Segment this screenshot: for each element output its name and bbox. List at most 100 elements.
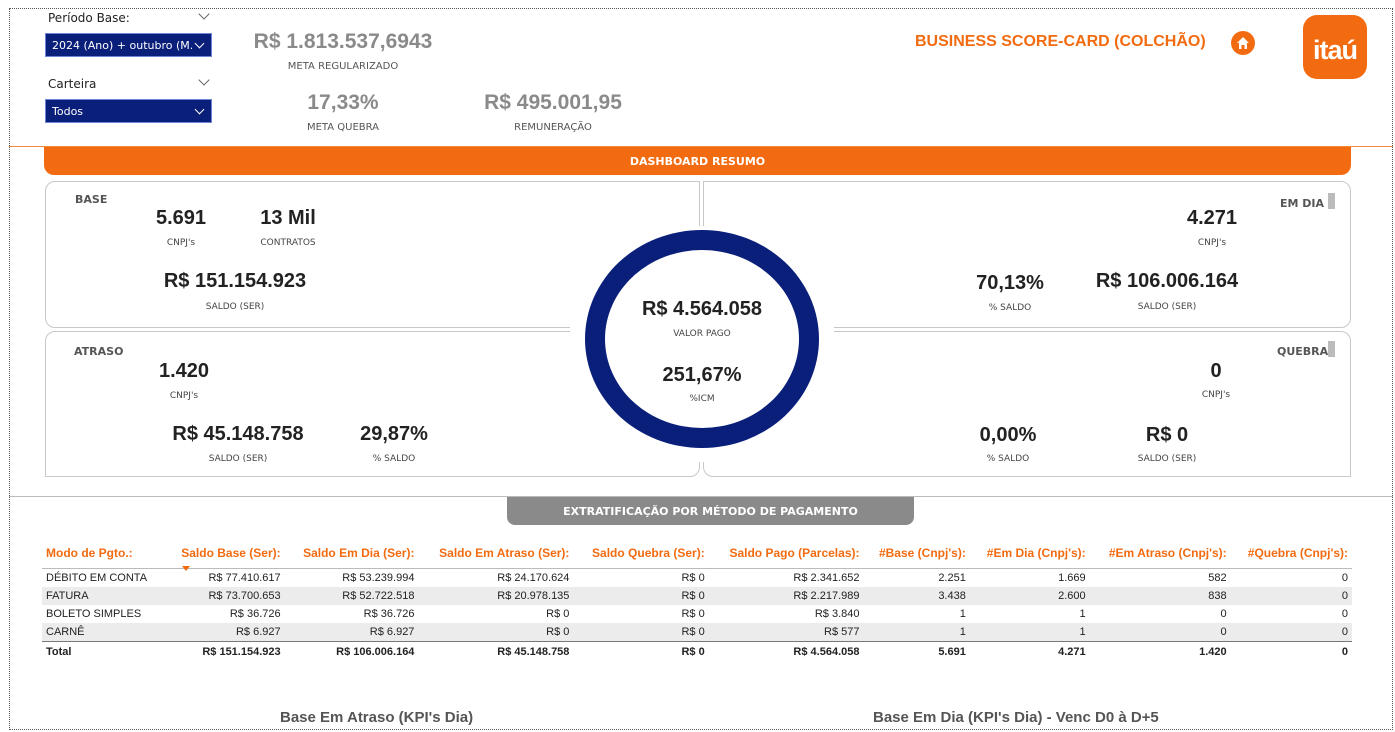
cell-em-dia-cnpj: 1 <box>1079 608 1086 620</box>
cell-saldo-pago: R$ 577 <box>708 623 864 642</box>
cell-saldo-quebra: R$ 0 <box>573 623 709 642</box>
base-contratos-label: CONTRATOS <box>260 238 316 248</box>
col-saldo-quebra[interactable]: Saldo Quebra (Ser): <box>573 546 709 569</box>
meta-quebra-value: 17,33% <box>307 91 379 114</box>
meta-regularizado-label: META REGULARIZADO <box>287 61 399 72</box>
cell-saldo-pago: R$ 2.217.989 <box>708 587 864 605</box>
col-saldo-em-atraso[interactable]: Saldo Em Atraso (Ser): <box>418 546 574 569</box>
total-saldo-em-atraso: R$ 45.148.758 <box>418 641 574 662</box>
quebra-pct-value: 0,00% <box>979 424 1037 446</box>
chevron-down-icon <box>194 104 205 115</box>
total-em-dia-cnpj: 4.271 <box>969 641 1090 662</box>
cell-em-dia-cnpj: 1 <box>969 623 1090 642</box>
em-dia-pct-value: 70,13% <box>976 272 1044 294</box>
table-row[interactable]: BOLETO SIMPLES R$ 36.726 R$ 36.726 R$ 0 R$ 0… <box>42 605 1352 623</box>
cell-saldo-pago: R$ 2.341.652 <box>793 572 860 584</box>
carteira-value: Todos <box>52 104 84 118</box>
em-dia-cnpj-label: CNPJ's <box>1197 238 1227 248</box>
col-base-cnpj[interactable]: #Base (Cnpj's): <box>863 546 970 569</box>
cell-modo: DÉBITO EM CONTA <box>46 572 148 584</box>
total-saldo-base: R$ 151.154.923 <box>164 641 285 662</box>
cell-em-dia-cnpj: 1.669 <box>1058 572 1086 584</box>
atraso-saldo-label: SALDO (SER) <box>208 454 268 464</box>
valor-pago-value: R$ 4.564.058 <box>641 298 763 320</box>
total-em-atraso-cnpj: 1.420 <box>1089 641 1231 662</box>
cell-saldo-em-atraso: R$ 20.978.135 <box>418 587 574 605</box>
valor-pago-label: VALOR PAGO <box>673 329 731 339</box>
base-saldo-value: R$ 151.154.923 <box>163 270 307 292</box>
col-saldo-em-dia[interactable]: Saldo Em Dia (Ser): <box>284 546 419 569</box>
quebra-title: QUEBRA <box>1277 345 1329 358</box>
col-saldo-pago[interactable]: Saldo Pago (Parcelas): <box>708 546 864 569</box>
icm-value: 251,67% <box>662 364 742 386</box>
col-em-atraso-cnpj[interactable]: #Em Atraso (Cnpj's): <box>1089 546 1231 569</box>
cell-saldo-base: R$ 6.927 <box>164 623 285 642</box>
table-header-row: Modo de Pgto.: Saldo Base (Ser): Saldo E… <box>42 546 1352 569</box>
sort-descending-icon[interactable] <box>182 566 190 571</box>
itau-logo: itaú <box>1303 15 1367 79</box>
cell-base-cnpj: 1 <box>863 623 970 642</box>
base-em-atraso-title: Base Em Atraso (KPI's Dia) <box>280 709 474 726</box>
quebra-saldo-value: R$ 0 <box>1145 424 1189 446</box>
col-em-dia-cnpj[interactable]: #Em Dia (Cnpj's): <box>969 546 1090 569</box>
base-cnpj-label: CNPJ's <box>166 238 196 248</box>
table-row[interactable]: FATURA R$ 73.700.653 R$ 52.722.518 R$ 20.97… <box>42 587 1352 605</box>
cell-saldo-em-dia: R$ 6.927 <box>284 623 419 642</box>
total-saldo-em-dia: R$ 106.006.164 <box>284 641 419 662</box>
col-quebra-cnpj[interactable]: #Quebra (Cnpj's): <box>1230 546 1352 569</box>
remuneracao-value: R$ 495.001,95 <box>484 91 622 114</box>
col-modo[interactable]: Modo de Pgto.: <box>42 546 165 569</box>
em-dia-cnpj-value: 4.271 <box>1186 207 1238 229</box>
base-saldo-label: SALDO (SER) <box>205 302 265 312</box>
cell-saldo-em-dia: R$ 36.726 <box>363 608 415 620</box>
periodo-dropdown[interactable]: 2024 (Ano) + outubro (M... <box>45 33 212 57</box>
cell-saldo-em-atraso: R$ 0 <box>418 623 574 642</box>
atraso-title: ATRASO <box>74 345 124 358</box>
cell-em-atraso-cnpj: 838 <box>1089 587 1231 605</box>
quebra-pct-label: % SALDO <box>986 454 1030 464</box>
cell-quebra-cnpj: 0 <box>1341 572 1348 584</box>
cell-saldo-base: R$ 77.410.617 <box>208 572 281 584</box>
total-modo: Total <box>42 641 165 662</box>
cell-saldo-quebra: R$ 0 <box>681 608 705 620</box>
home-icon[interactable] <box>1231 31 1255 55</box>
cell-em-dia-cnpj: 2.600 <box>969 587 1090 605</box>
total-saldo-pago: R$ 4.564.058 <box>708 641 864 662</box>
cell-saldo-quebra: R$ 0 <box>681 572 705 584</box>
cell-quebra-cnpj: 0 <box>1230 623 1352 642</box>
em-dia-scroll-indicator <box>1328 193 1335 209</box>
atraso-cnpj-value: 1.420 <box>158 360 210 382</box>
carteira-dropdown[interactable]: Todos <box>45 99 212 123</box>
payment-method-table: Modo de Pgto.: Saldo Base (Ser): Saldo E… <box>42 546 1352 662</box>
carteira-label: Carteira <box>48 77 97 91</box>
table-row[interactable]: CARNÊ R$ 6.927 R$ 6.927 R$ 0 R$ 0 R$ 577 1 1 0 0 <box>42 623 1352 642</box>
extrat-banner: EXTRATIFICAÇÃO POR MÉTODO DE PAGAMENTO <box>507 497 914 525</box>
cell-modo: CARNÊ <box>42 623 165 642</box>
atraso-cnpj-label: CNPJ's <box>169 391 199 401</box>
cell-saldo-em-dia: R$ 53.239.994 <box>342 572 415 584</box>
cell-quebra-cnpj: 0 <box>1230 587 1352 605</box>
total-saldo-quebra: R$ 0 <box>573 641 709 662</box>
base-contratos-value: 13 Mil <box>260 207 316 229</box>
quebra-saldo-label: SALDO (SER) <box>1137 454 1197 464</box>
table-total-row: Total R$ 151.154.923 R$ 106.006.164 R$ 45.1… <box>42 641 1352 662</box>
cell-base-cnpj: 1 <box>959 608 966 620</box>
table-row[interactable]: DÉBITO EM CONTA R$ 77.410.617 R$ 53.239.99… <box>42 569 1352 588</box>
total-quebra-cnpj: 0 <box>1230 641 1352 662</box>
kpi-ring <box>585 230 819 448</box>
em-dia-title: EM DIA <box>1280 197 1325 210</box>
cell-saldo-em-atraso: R$ 0 <box>546 608 570 620</box>
quebra-cnpj-value: 0 <box>1210 360 1222 382</box>
meta-quebra-label: META QUEBRA <box>306 122 380 133</box>
base-title: BASE <box>75 193 108 206</box>
cell-base-cnpj: 3.438 <box>863 587 970 605</box>
atraso-saldo-value: R$ 45.148.758 <box>172 423 304 445</box>
quebra-cnpj-label: CNPJ's <box>1201 390 1231 400</box>
cell-em-atraso-cnpj: 582 <box>1208 572 1227 584</box>
cell-saldo-em-atraso: R$ 24.170.624 <box>497 572 570 584</box>
cell-saldo-base: R$ 73.700.653 <box>164 587 285 605</box>
em-dia-pct-label: % SALDO <box>988 303 1032 313</box>
periodo-label: Período Base: <box>48 11 130 25</box>
quebra-scroll-indicator <box>1328 341 1335 357</box>
cell-saldo-em-dia: R$ 52.722.518 <box>284 587 419 605</box>
